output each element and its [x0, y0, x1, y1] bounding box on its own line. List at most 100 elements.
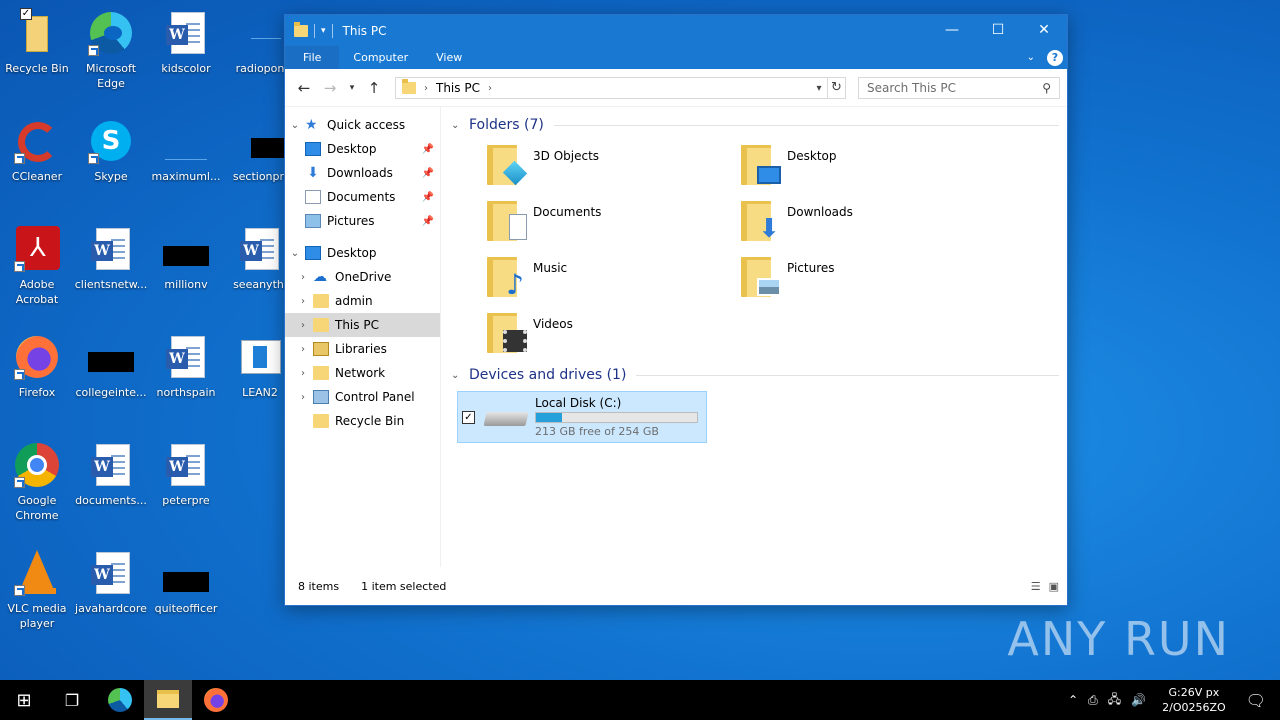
nav-recycle-bin[interactable]: Recycle Bin	[285, 409, 440, 433]
desktop-icon-northspain[interactable]: W northspain	[149, 328, 223, 428]
chevron-right-icon[interactable]: ›	[293, 272, 313, 283]
chevron-down-icon[interactable]: ⌄	[285, 120, 305, 131]
firefox-icon	[204, 688, 228, 712]
help-button[interactable]: ?	[1047, 49, 1063, 66]
firefox-icon	[14, 334, 60, 380]
pin-icon[interactable]: 📌	[422, 192, 434, 203]
nav-control-panel[interactable]: › Control Panel	[285, 385, 440, 409]
up-arrow-icon[interactable]: ↑	[361, 79, 387, 97]
nav-network[interactable]: › Network	[285, 361, 440, 385]
folder-downloads[interactable]: ⬇ Downloads	[741, 195, 995, 251]
nav-qa-desktop[interactable]: Desktop 📌	[285, 137, 440, 161]
desktop-icon-firefox[interactable]: Firefox	[0, 328, 74, 428]
chevron-right-icon[interactable]: ›	[293, 392, 313, 403]
desktop-icon-vlc[interactable]: VLC media player	[0, 544, 74, 644]
checkbox-checked[interactable]: ✓	[462, 410, 475, 424]
chevron-down-icon[interactable]: ⌄	[285, 248, 305, 259]
taskbar-edge[interactable]	[96, 680, 144, 720]
maximize-button[interactable]: ☐	[975, 15, 1021, 46]
details-view-icon[interactable]: ☰	[1031, 580, 1041, 593]
folder-documents[interactable]: Documents	[487, 195, 741, 251]
folder-3d-objects[interactable]: 3D Objects	[487, 139, 741, 195]
chevron-right-icon[interactable]: ›	[488, 83, 492, 94]
tab-file[interactable]: File	[285, 46, 340, 69]
drives-group-header[interactable]: ⌄ Devices and drives (1)	[449, 363, 1059, 387]
taskbar-firefox[interactable]	[192, 680, 240, 720]
folder-pictures[interactable]: Pictures	[741, 251, 995, 307]
title-bar[interactable]: ▾ This PC — ☐ ✕	[285, 15, 1067, 46]
desktop-icon-millionv[interactable]: millionv	[149, 220, 223, 320]
desktop-icon-label: VLC media player	[7, 602, 67, 630]
nav-this-pc[interactable]: › This PC	[285, 313, 440, 337]
search-input[interactable]: Search This PC ⚲	[858, 77, 1060, 99]
qat-dropdown-icon[interactable]: ▾	[321, 26, 326, 36]
desktop-icon-collegeinte[interactable]: collegeinte...	[74, 328, 148, 428]
folder-desktop[interactable]: Desktop	[741, 139, 995, 195]
forward-arrow-icon[interactable]: →	[317, 79, 343, 97]
tab-view[interactable]: View	[422, 46, 476, 69]
chevron-down-icon[interactable]: ▾	[811, 83, 827, 94]
desktop-icon-label: collegeinte...	[75, 386, 147, 399]
folder-videos[interactable]: Videos	[487, 307, 741, 363]
desktop-icon	[305, 246, 321, 260]
refresh-icon[interactable]: ↻	[828, 77, 846, 99]
separator	[331, 23, 333, 38]
nav-qa-downloads[interactable]: ⬇ Downloads 📌	[285, 161, 440, 185]
pin-icon[interactable]: 📌	[422, 168, 434, 179]
tab-computer[interactable]: Computer	[339, 46, 422, 69]
desktop-icon-quiteofficer[interactable]: quiteofficer	[149, 544, 223, 644]
chevron-down-icon[interactable]: ⌄	[451, 120, 465, 131]
desktop-icon-maximuml[interactable]: maximuml...	[149, 112, 223, 212]
clock[interactable]: G:26V px 2/O0256ZO	[1162, 685, 1226, 715]
nav-qa-pictures[interactable]: Pictures 📌	[285, 209, 440, 233]
back-arrow-icon[interactable]: ←	[291, 79, 317, 97]
chevron-right-icon[interactable]: ›	[293, 320, 313, 331]
folder-documents-icon	[487, 201, 527, 241]
drive-local-disk-c[interactable]: ✓ Local Disk (C:) 213 GB free of 254 GB	[457, 391, 707, 443]
network-icon[interactable]: 🖧	[1108, 690, 1121, 711]
desktop-icon-label: Adobe Acrobat	[15, 278, 59, 306]
chevron-right-icon[interactable]: ›	[424, 83, 428, 94]
desktop-icon-peterpre[interactable]: W peterpre	[149, 436, 223, 536]
minimize-button[interactable]: —	[929, 15, 975, 46]
chevron-up-icon[interactable]: ⌃	[1068, 693, 1078, 707]
desktop-icon-microsoft-edge[interactable]: Microsoft Edge	[74, 4, 148, 104]
pin-icon[interactable]: 📌	[422, 144, 434, 155]
nav-qa-documents[interactable]: Documents 📌	[285, 185, 440, 209]
recent-locations-icon[interactable]: ▾	[343, 83, 361, 93]
expand-ribbon-icon[interactable]: ⌄	[1027, 52, 1035, 63]
notification-icon[interactable]: 🗨	[1246, 691, 1266, 710]
desktop-icon-documents[interactable]: W documents...	[74, 436, 148, 536]
desktop-icon-adobe-acrobat[interactable]: ⅄ Adobe Acrobat	[0, 220, 74, 320]
desktop-icon-clientsnetw[interactable]: W clientsnetw...	[74, 220, 148, 320]
download-arrow-icon: ⬇	[307, 165, 319, 181]
folders-group-header[interactable]: ⌄ Folders (7)	[449, 113, 1059, 137]
breadcrumb-this-pc[interactable]: This PC	[436, 81, 480, 95]
nav-label: Desktop	[327, 142, 377, 156]
chevron-right-icon[interactable]: ›	[293, 344, 313, 355]
device-icon[interactable]: ⎙	[1088, 693, 1098, 708]
folder-music[interactable]: ♪ Music	[487, 251, 741, 307]
desktop-icon-google-chrome[interactable]: Google Chrome	[0, 436, 74, 536]
desktop-icon-javahardcore[interactable]: W javahardcore	[74, 544, 148, 644]
nav-libraries[interactable]: › Libraries	[285, 337, 440, 361]
large-icons-view-icon[interactable]: ▣	[1049, 580, 1059, 593]
chevron-down-icon[interactable]: ⌄	[451, 370, 465, 381]
nav-admin[interactable]: › admin	[285, 289, 440, 313]
start-button[interactable]: ⊞	[0, 680, 48, 720]
desktop-icon-recycle-bin[interactable]: ✓ Recycle Bin	[0, 4, 74, 104]
chevron-right-icon[interactable]: ›	[293, 368, 313, 379]
desktop-icon-kidscolor[interactable]: W kidscolor	[149, 4, 223, 104]
close-button[interactable]: ✕	[1021, 15, 1067, 46]
nav-quick-access[interactable]: ⌄ ★ Quick access	[285, 113, 440, 137]
desktop-icon-skype[interactable]: S Skype	[74, 112, 148, 212]
nav-onedrive[interactable]: › ☁ OneDrive	[285, 265, 440, 289]
nav-desktop[interactable]: ⌄ Desktop	[285, 241, 440, 265]
volume-icon[interactable]: 🔊	[1131, 693, 1146, 707]
chevron-right-icon[interactable]: ›	[293, 296, 313, 307]
task-view-button[interactable]: ❐	[48, 680, 96, 720]
address-bar[interactable]: › This PC › ▾	[395, 77, 828, 99]
pin-icon[interactable]: 📌	[422, 216, 434, 227]
desktop-icon-ccleaner[interactable]: CCleaner	[0, 112, 74, 212]
taskbar-file-explorer[interactable]	[144, 680, 192, 720]
